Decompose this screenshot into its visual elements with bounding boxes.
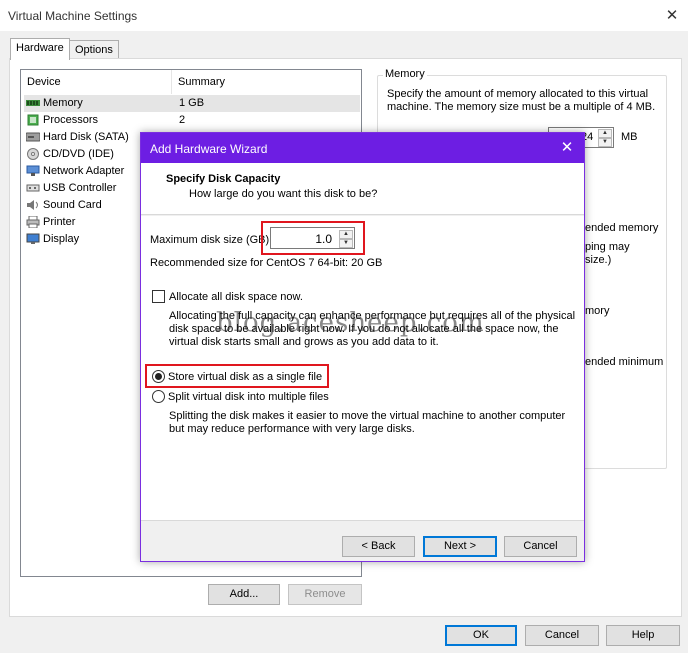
wizard-header: Specify Disk Capacity How large do you w… <box>141 163 584 215</box>
add-hardware-wizard: Add Hardware Wizard ✕ Specify Disk Capac… <box>140 132 585 562</box>
split-files-radio[interactable] <box>152 390 165 403</box>
device-list-header: Device Summary <box>21 70 361 94</box>
column-header-summary[interactable]: Summary <box>178 76 225 88</box>
wizard-step-title: Specify Disk Capacity <box>166 173 281 185</box>
processor-icon <box>27 114 39 126</box>
memory-description: Specify the amount of memory allocated t… <box>387 88 657 114</box>
memory-partial-text: ping may <box>585 241 630 253</box>
device-summary: 2 <box>179 114 186 126</box>
device-name: Sound Card <box>43 199 102 211</box>
window-titlebar: Virtual Machine Settings ✕ <box>0 0 688 31</box>
help-button[interactable]: Help <box>606 625 680 646</box>
display-icon <box>26 233 40 244</box>
single-file-label[interactable]: Store virtual disk as a single file <box>168 371 322 383</box>
network-adapter-icon <box>26 165 40 176</box>
memory-partial-text: mory <box>585 305 610 317</box>
device-row-memory[interactable]: Memory 1 GB <box>24 95 360 112</box>
memory-partial-text: ended minimum <box>585 356 664 368</box>
single-file-radio[interactable] <box>152 370 165 383</box>
memory-group-title: Memory <box>383 68 427 80</box>
wizard-close-icon[interactable]: ✕ <box>550 133 584 163</box>
device-summary: 1 GB <box>179 97 205 109</box>
disk-size-up-icon[interactable]: ▲ <box>339 230 353 239</box>
split-description: Splitting the disk makes it easier to mo… <box>169 410 565 436</box>
device-name: CD/DVD (IDE) <box>43 148 114 160</box>
max-disk-size-value: 1.0 <box>315 232 332 246</box>
column-separator[interactable] <box>171 70 172 94</box>
tab-hardware[interactable]: Hardware <box>10 38 70 60</box>
max-disk-size-label: Maximum disk size (GB): <box>150 234 273 246</box>
allocate-all-checkbox[interactable] <box>152 290 165 303</box>
cd-dvd-icon <box>27 148 39 160</box>
memory-partial-text: size.) <box>585 254 612 266</box>
watermark: blog.acesheep.com <box>216 308 485 338</box>
printer-icon <box>26 216 40 228</box>
memory-spin-up-icon[interactable]: ▲ <box>598 129 612 138</box>
split-desc-line-1: Splitting the disk makes it easier to mo… <box>169 410 566 422</box>
ok-button[interactable]: OK <box>445 625 517 646</box>
disk-size-spinner[interactable]: ▲ ▼ <box>339 230 353 248</box>
device-row-processors[interactable]: Processors 2 <box>24 112 360 129</box>
sound-card-icon <box>27 200 38 210</box>
memory-unit: MB <box>621 131 638 143</box>
wizard-cancel-button[interactable]: Cancel <box>504 536 577 557</box>
window-title: Virtual Machine Settings <box>8 9 138 23</box>
wizard-body: Maximum disk size (GB): 1.0 ▲ ▼ Recommen… <box>141 216 584 521</box>
device-name: USB Controller <box>43 182 117 194</box>
split-desc-line-2: but may reduce performance with very lar… <box>169 423 415 435</box>
tab-options[interactable]: Options <box>69 40 119 59</box>
memory-spin-down-icon[interactable]: ▼ <box>598 138 612 147</box>
device-name: Printer <box>43 216 76 228</box>
window-close-icon[interactable]: ✕ <box>655 4 688 28</box>
add-hardware-button[interactable]: Add... <box>208 584 280 605</box>
device-name: Processors <box>43 114 99 126</box>
recommended-size-text: Recommended size for CentOS 7 64-bit: 20… <box>150 257 383 269</box>
memory-desc-line-1: Specify the amount of memory allocated t… <box>387 88 649 100</box>
device-name: Hard Disk (SATA) <box>43 131 129 143</box>
device-name: Display <box>43 233 80 245</box>
memory-spinner[interactable]: ▲ ▼ <box>598 129 612 147</box>
disk-size-down-icon[interactable]: ▼ <box>339 239 353 248</box>
memory-partial-text: ended memory <box>585 222 659 234</box>
device-name: Network Adapter <box>43 165 125 177</box>
wizard-titlebar: Add Hardware Wizard ✕ <box>141 133 584 163</box>
usb-icon <box>26 184 40 192</box>
memory-desc-line-2: machine. The memory size must be a multi… <box>387 101 656 113</box>
remove-hardware-button[interactable]: Remove <box>288 584 362 605</box>
hard-disk-icon <box>26 132 40 142</box>
wizard-step-subtitle: How large do you want this disk to be? <box>189 188 378 200</box>
max-disk-size-input[interactable]: 1.0 ▲ ▼ <box>270 227 355 249</box>
split-files-label[interactable]: Split virtual disk into multiple files <box>168 391 329 403</box>
column-header-device[interactable]: Device <box>27 76 61 88</box>
device-name: Memory <box>43 97 83 109</box>
memory-icon <box>26 100 40 106</box>
wizard-back-button[interactable]: < Back <box>342 536 415 557</box>
wizard-next-button[interactable]: Next > <box>423 536 497 557</box>
cancel-button[interactable]: Cancel <box>525 625 599 646</box>
wizard-title: Add Hardware Wizard <box>150 142 268 156</box>
allocate-all-label[interactable]: Allocate all disk space now. <box>169 291 303 303</box>
